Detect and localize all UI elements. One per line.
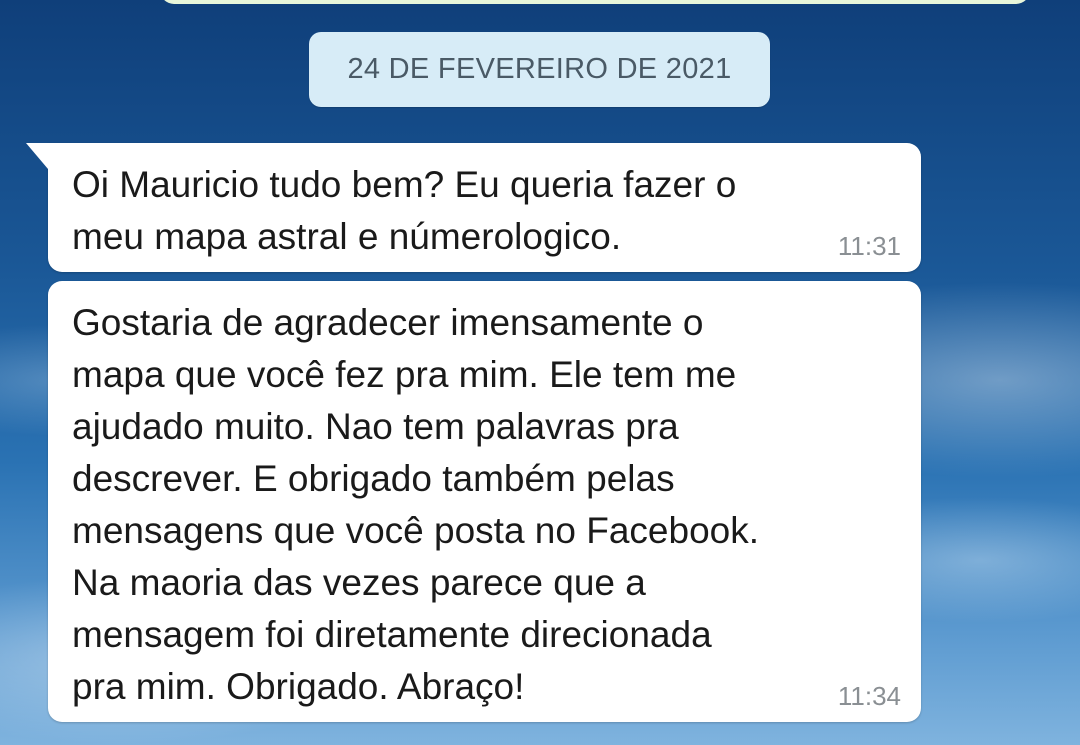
- chat-screen: { "chat": { "date_separator": "24 DE FEV…: [0, 0, 1080, 745]
- message-text: Oi Mauricio tudo bem? Eu queria fazer o …: [72, 164, 737, 257]
- bubble-tail: [26, 143, 48, 169]
- message-text: Gostaria de agradecer imensamente o mapa…: [72, 302, 760, 707]
- message-bubble-incoming[interactable]: Oi Mauricio tudo bem? Eu queria fazer o …: [26, 143, 921, 272]
- message-bubble-incoming[interactable]: Gostaria de agradecer imensamente o mapa…: [48, 281, 921, 722]
- message-timestamp: 11:34: [837, 681, 901, 711]
- date-separator: 24 DE FEVEREIRO DE 2021: [309, 32, 770, 107]
- date-separator-label: 24 DE FEVEREIRO DE 2021: [347, 53, 732, 85]
- message-timestamp: 11:31: [837, 231, 901, 261]
- previous-message-bubble-edge: [160, 0, 1030, 4]
